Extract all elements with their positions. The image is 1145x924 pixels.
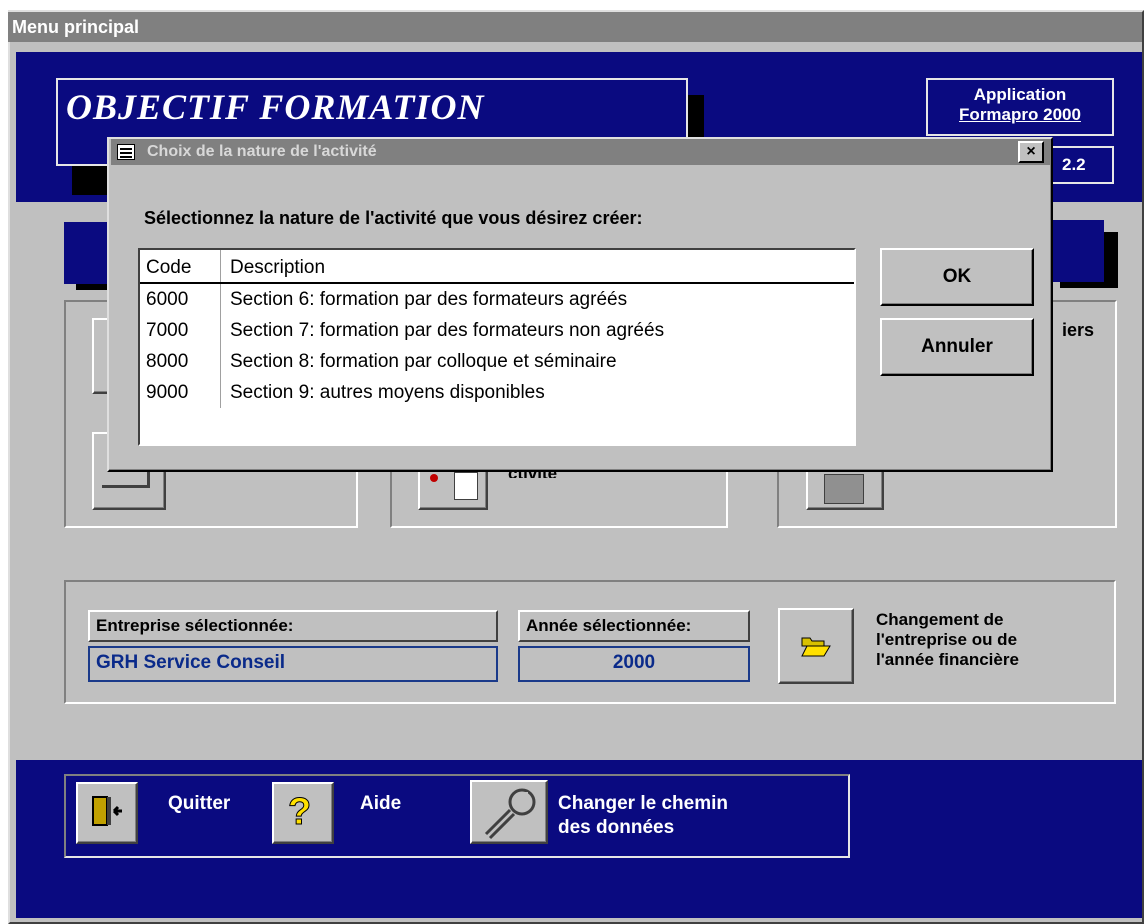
activity-listbox[interactable]: Code Description 6000 Section 6: formati… [138,248,856,446]
exit-door-icon [92,796,122,826]
list-item-code: 8000 [146,351,189,372]
change-selection-button[interactable] [778,608,854,684]
change-path-line2: des données [558,817,675,838]
cancel-button[interactable]: Annuler [880,318,1034,376]
list-item-code: 6000 [146,289,189,310]
right-bottom-button[interactable] [806,466,884,510]
right-group-label: iers [1062,320,1095,340]
list-item-description: Section 8: formation par colloque et sém… [230,351,617,372]
form-icon [117,144,135,160]
section-bar-left [64,222,110,284]
app-name-box: Application Formapro 2000 [926,78,1114,136]
column-header-code: Code [146,257,192,278]
dialog-title: Choix de la nature de l'activité [111,139,1051,165]
footer-group [64,774,850,858]
list-item-description: Section 9: autres moyens disponibles [230,382,545,403]
change-path-line1: Changer le chemin [558,793,728,814]
list-item[interactable]: 9000 Section 9: autres moyens disponible… [140,377,854,408]
question-mark-icon: ? [287,791,312,834]
company-value: GRH Service Conseil [88,646,498,682]
year-value: 2000 [518,646,750,682]
help-button[interactable]: ? [272,782,334,844]
list-item[interactable]: 7000 Section 7: formation par des format… [140,315,854,346]
list-header: Code Description [140,252,854,283]
change-text-line3: l'année financière [876,650,1019,669]
document-icon [430,474,438,482]
change-path-button[interactable] [470,780,548,844]
list-item-code: 9000 [146,382,189,403]
section-bar-right [1050,220,1104,282]
change-text-line1: Changement de [876,610,1004,629]
dialog-prompt: Sélectionnez la nature de l'activité que… [144,208,643,228]
list-item-description: Section 7: formation par des formateurs … [230,320,665,341]
grid-icon [824,474,864,504]
ok-button[interactable]: OK [880,248,1034,306]
list-item[interactable]: 8000 Section 8: formation par colloque e… [140,346,854,377]
change-selection-text: Changement de l'entreprise ou de l'année… [876,610,1019,670]
quit-button[interactable] [76,782,138,844]
change-text-line2: l'entreprise ou de [876,630,1018,649]
dialog-close-button[interactable]: × [1018,141,1044,163]
year-label: Année sélectionnée: [518,610,750,642]
app-name-line2: Formapro 2000 [959,105,1081,124]
window-title: Menu principal [8,12,1142,42]
header-underline [140,282,854,284]
list-item[interactable]: 6000 Section 6: formation par des format… [140,284,854,315]
app-name-line1: Application [973,85,1067,104]
list-item-code: 7000 [146,320,189,341]
company-label: Entreprise sélectionnée: [88,610,498,642]
document-paper-icon [454,472,478,500]
wrench-icon [484,788,536,840]
column-separator [220,250,221,408]
list-item-description: Section 6: formation par des formateurs … [230,289,628,310]
column-header-description: Description [230,257,326,278]
version-label: 2.2 [1062,155,1086,174]
change-path-label: Changer le chemin des données [558,792,728,840]
help-label: Aide [360,793,402,814]
open-folder-icon [801,637,831,657]
quit-label: Quitter [168,793,231,814]
close-icon: × [1026,143,1036,160]
middle-button[interactable] [418,466,488,510]
